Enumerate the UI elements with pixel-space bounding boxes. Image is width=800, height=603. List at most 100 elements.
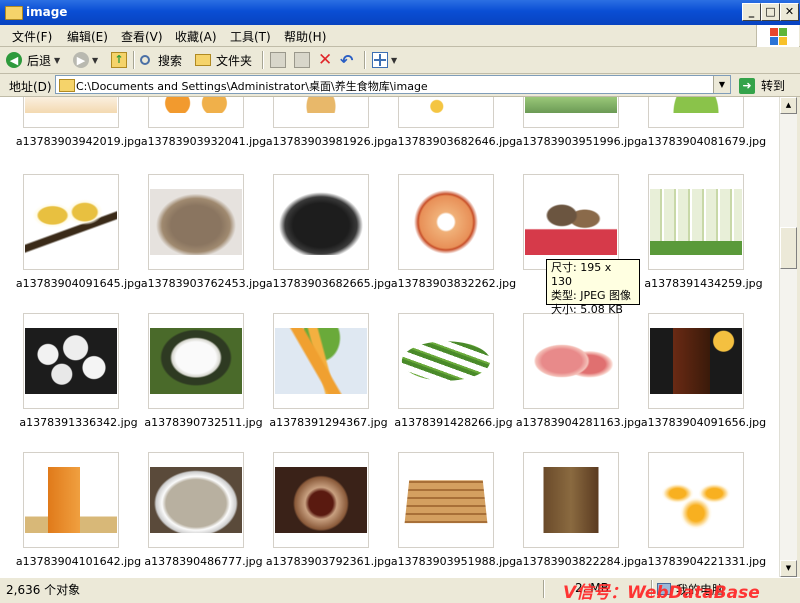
thumbnail [23,313,119,409]
thumbnail-image [150,328,242,394]
file-name: a13783904221331.jpg [640,555,767,568]
file-name: a13783903792361.jpg [265,555,392,568]
scroll-thumb[interactable] [780,227,797,269]
thumbnail [273,452,369,548]
thumbnail-image [25,467,117,533]
file-item[interactable]: a13783903792361.jpg [266,452,391,577]
file-item[interactable]: a1378390732511.jpg [141,313,266,448]
thumbnail-image [650,328,742,394]
undo-button[interactable]: ↶ [340,50,353,70]
go-button[interactable]: ➜ 转到 [739,77,785,94]
address-input[interactable]: C:\Documents and Settings\Administrator\… [55,75,731,94]
menu-help[interactable]: 帮助(H) [284,28,326,45]
file-item[interactable]: a13783903682665.jpg [266,174,391,309]
search-icon [140,55,150,65]
file-item[interactable]: a13783903762453.jpg [141,174,266,309]
thumbnail-image [25,189,117,255]
thumbnail-image [400,97,492,113]
thumbnail-image [650,189,742,255]
file-item[interactable]: a13783904081679.jpg [641,97,766,167]
file-name: a13783903951996.jpg [515,135,642,148]
thumbnail [273,313,369,409]
folder-up-button[interactable]: ↑ [111,50,127,70]
file-name: a13783903682646.jpg [390,135,517,148]
back-button[interactable]: ◀ 后退 ▼ [6,50,60,70]
file-name: a13783904081679.jpg [640,135,767,148]
scroll-down-button[interactable]: ▼ [780,560,797,577]
thumbnail [23,452,119,548]
thumbnail [148,452,244,548]
address-bar: 地址(D) C:\Documents and Settings\Administ… [0,74,800,97]
delete-button[interactable]: ✕ [318,50,332,70]
file-item[interactable]: a1378391434259.jpg [641,174,766,309]
file-item[interactable]: a13783903832262.jpg [391,174,516,309]
chevron-down-icon[interactable]: ▼ [713,76,730,93]
thumbnail-image [525,97,617,113]
maximize-button[interactable]: □ [761,3,780,21]
thumbnail-image [275,189,367,255]
undo-icon: ↶ [340,50,354,70]
menu-bar: 文件(F) 编辑(E) 查看(V) 收藏(A) 工具(T) 帮助(H) [0,25,800,47]
folder-icon [5,6,23,20]
close-button[interactable]: ✕ [780,3,799,21]
minimize-button[interactable]: _ [742,3,761,21]
file-item[interactable]: a13783903951996.jpg [516,97,641,167]
thumbnail-image [150,467,242,533]
move-to-button[interactable] [270,50,286,70]
views-icon [372,52,388,68]
chevron-down-icon: ▼ [391,55,398,65]
thumbnail-image [25,328,117,394]
file-item[interactable]: a1378391336342.jpg [16,313,141,448]
folders-label: 文件夹 [216,53,253,68]
thumbnail-image [150,189,242,255]
scroll-up-button[interactable]: ▲ [780,97,797,114]
vertical-scrollbar[interactable]: ▲ ▼ [779,97,797,577]
file-item[interactable]: a13783903942019.jpg [16,97,141,167]
copy-to-button[interactable] [294,50,310,70]
file-item[interactable]: a13783903981926.jpg [266,97,391,167]
thumbnail [148,174,244,270]
file-item[interactable]: a1378391294367.jpg [266,313,391,448]
folders-button[interactable]: 文件夹 [195,50,252,70]
go-label: 转到 [761,79,786,93]
file-item[interactable]: a13783903682646.jpg [391,97,516,167]
back-arrow-icon: ◀ [6,52,22,68]
thumbnail-image [25,97,117,113]
views-button[interactable]: ▼ [372,50,397,70]
thumbnail [398,313,494,409]
menu-file[interactable]: 文件(F) [12,28,52,45]
chevron-down-icon: ▼ [54,55,61,65]
title-bar: image _ □ ✕ [0,0,800,25]
file-name: a13783903832262.jpg [390,277,517,290]
file-item[interactable]: a1378391428266.jpg [391,313,516,448]
status-divider [543,580,545,598]
thumbnail [523,97,619,128]
menu-tools[interactable]: 工具(T) [230,28,271,45]
file-view[interactable]: a13783903942019.jpg a13783903932041.jpg … [0,97,779,577]
menu-view[interactable]: 查看(V) [121,28,163,45]
toolbar-divider [364,51,366,69]
move-to-icon [270,52,286,68]
file-name: a13783904091645.jpg [15,277,142,290]
file-item[interactable]: a13783904281163.jpg [516,313,641,448]
file-item[interactable]: a13783903932041.jpg [141,97,266,167]
watermark: V信号：WebDataBase [563,583,760,603]
menu-favorites[interactable]: 收藏(A) [175,28,217,45]
file-item[interactable]: a13783904101642.jpg [16,452,141,577]
forward-arrow-icon: ▶ [73,52,89,68]
file-name: a13783903682665.jpg [265,277,392,290]
thumbnail-image [404,480,488,524]
file-item[interactable]: a13783903822284.jpg [516,452,641,577]
file-item[interactable]: a13783904091656.jpg [641,313,766,448]
folders-icon [195,54,211,66]
file-item[interactable]: a13783903951988.jpg [391,452,516,577]
file-item[interactable]: a13783904091645.jpg [16,174,141,309]
address-value: C:\Documents and Settings\Administrator\… [76,80,428,93]
file-item[interactable]: a1378390486777.jpg [141,452,266,577]
forward-button[interactable]: ▶ ▼ [73,50,98,70]
file-name: a13783904091656.jpg [640,416,767,429]
tooltip-dimensions: 尺寸: 195 x 130 [551,261,612,288]
search-button[interactable]: 搜索 [140,50,182,70]
menu-edit[interactable]: 编辑(E) [67,28,108,45]
file-item[interactable]: a13783904221331.jpg [641,452,766,577]
